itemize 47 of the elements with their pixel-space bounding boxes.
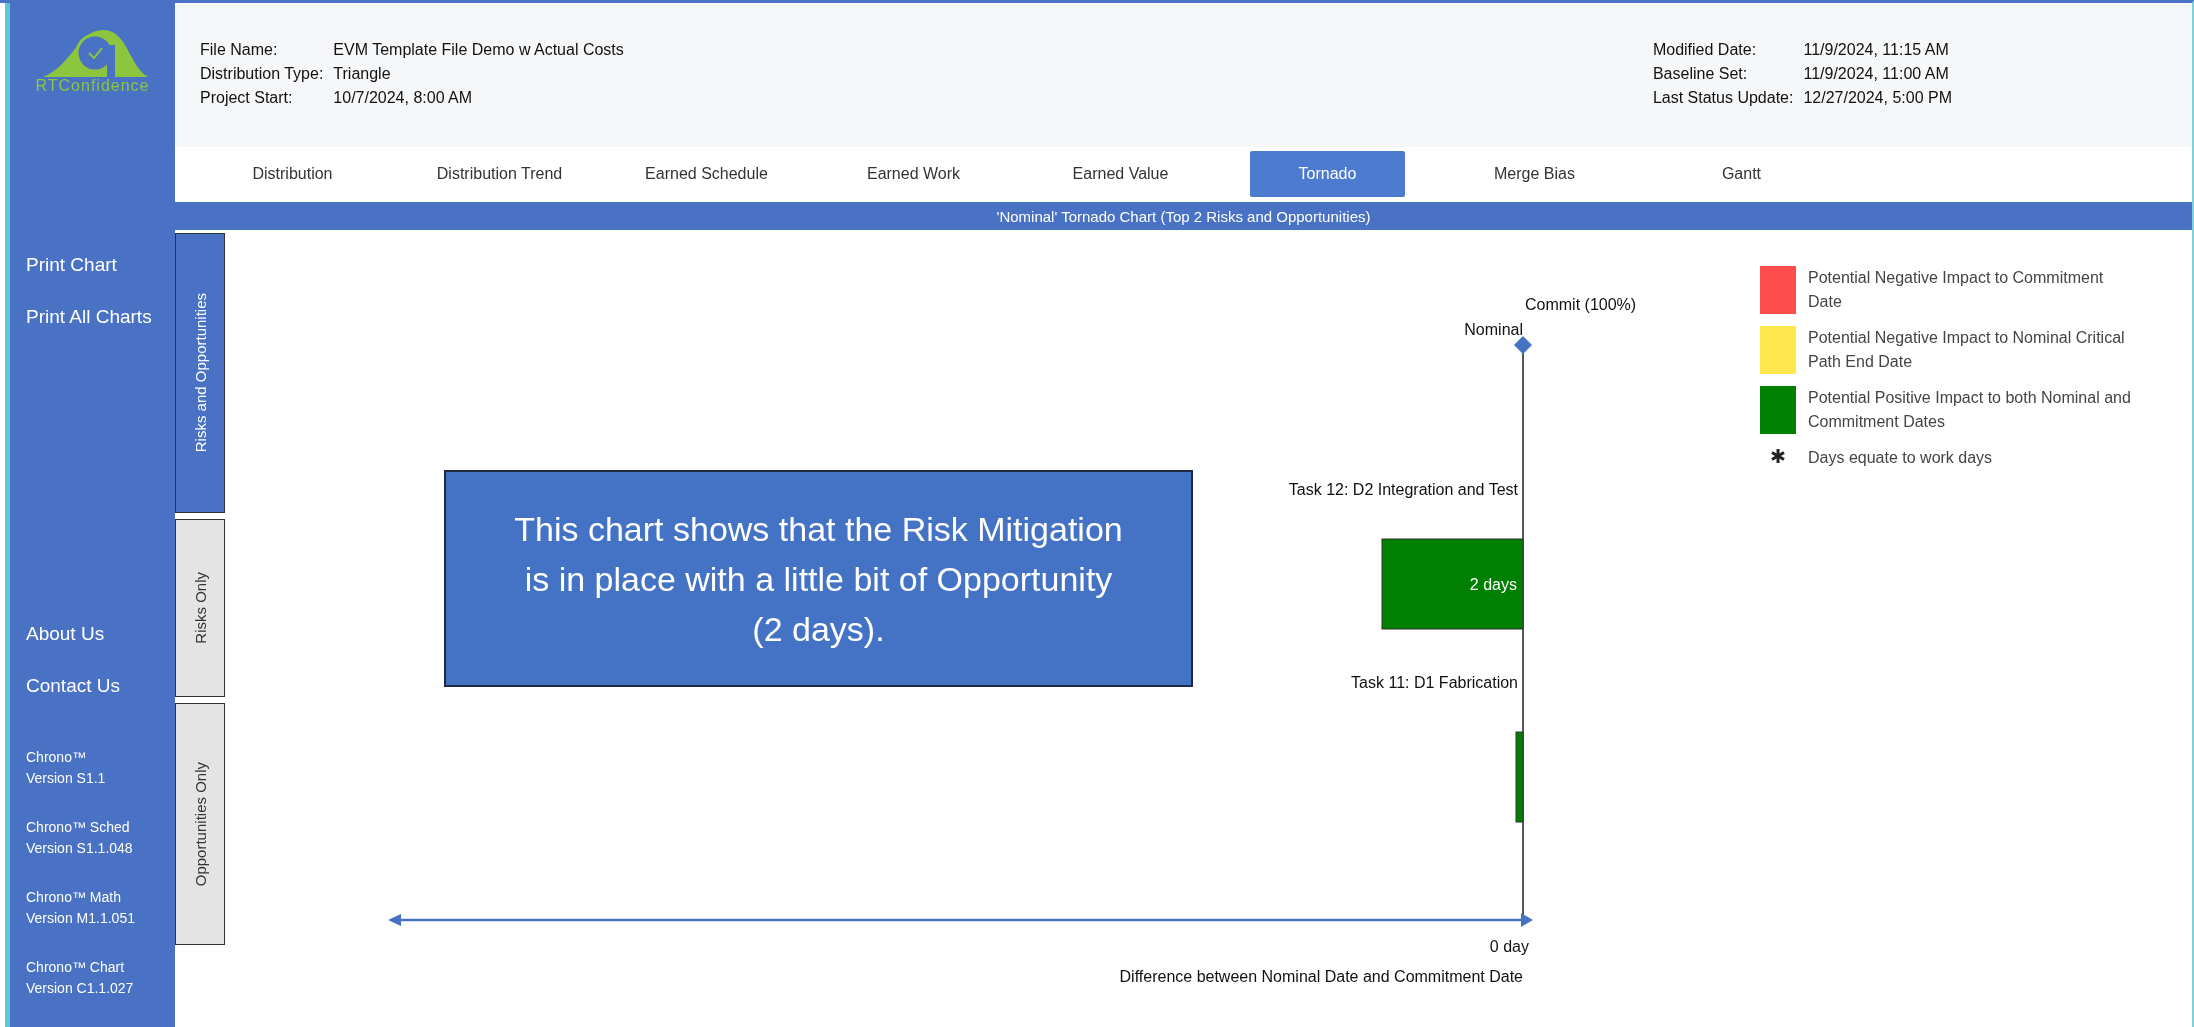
info-label: File Name: <box>200 41 279 59</box>
chart-tab[interactable]: Distribution Trend <box>422 151 577 197</box>
sidebar-link[interactable]: Print Chart <box>10 254 133 276</box>
logo-text: RTConfidence <box>35 77 150 95</box>
version-info: Chrono™ Chart Version C1.1.027 <box>25 958 135 998</box>
sidebar-link[interactable]: Contact Us <box>10 675 136 697</box>
legend-label: Potential Negative Impact to Commitment Date <box>1808 268 2105 312</box>
view-tab[interactable]: Risks and Opportunities <box>175 233 225 513</box>
info-label: Modified Date: <box>1652 41 1758 59</box>
bar-value: 2 days <box>1469 576 1517 593</box>
info-value: 10/7/2024, 8:00 AM <box>333 89 474 107</box>
chart-tab[interactable]: Distribution <box>215 151 370 197</box>
chart-title: 'Nominal' Tornado Chart (Top 2 Risks and Opportunities) <box>175 202 2192 230</box>
version-info: Chrono™ Sched Version S1.1.048 <box>25 818 134 858</box>
version-info: Chrono™ Math Version M1.1.051 <box>25 888 136 928</box>
task-label: Task 11: D1 Fabrication <box>1351 674 1518 691</box>
zero-label: 0 day <box>1489 938 1529 955</box>
info-value: 11/9/2024, 11:15 AM <box>1803 41 1950 59</box>
legend-label: Potential Negative Impact to Nominal Critical Path End Date <box>1808 328 2126 372</box>
info-label: Baseline Set: <box>1652 65 1749 83</box>
info-value: 12/27/2024, 5:00 PM <box>1803 89 1952 107</box>
view-tab[interactable]: Risks Only <box>175 519 225 697</box>
version-info: Chrono™ Version S1.1 <box>25 748 107 788</box>
chart-tab[interactable]: Merge Bias <box>1457 151 1612 197</box>
legend-label: Potential Positive Impact to both Nominal and Commitment Dates <box>1808 388 2132 432</box>
sidebar-link[interactable]: About Us <box>10 623 121 645</box>
task-label: Task 12: D2 Integration and Test <box>1288 481 1518 498</box>
view-tab[interactable]: Opportunities Only <box>175 703 225 945</box>
axis-title: Difference between Nominal Date and Commitment Date <box>1119 968 1523 985</box>
legend-label: Days equate to work days <box>1808 448 1994 468</box>
chart-tab[interactable]: Gantt <box>1664 151 1819 197</box>
chart-tab[interactable]: Earned Value <box>1043 151 1198 197</box>
nominal-marker <box>1514 336 1532 354</box>
info-label: Last Status Update: <box>1652 89 1794 107</box>
asterisk-icon <box>1771 449 1785 463</box>
commit-label: Commit (100%) <box>1525 296 1637 313</box>
callout: This chart shows that the Risk Mitigation is in place with a little bit of Opportunity (2 days). <box>444 470 1193 687</box>
info-value: EVM Template File Demo w Actual Costs <box>333 41 624 59</box>
info-label: Distribution Type: <box>200 65 324 83</box>
info-value: 11/9/2024, 11:00 AM <box>1803 65 1950 83</box>
chart-tab[interactable]: Tornado <box>1250 151 1405 197</box>
sidebar-link[interactable]: Print All Charts <box>10 306 168 328</box>
info-label: Project Start: <box>200 89 294 107</box>
chart-tab[interactable]: Earned Work <box>836 151 991 197</box>
chart-tab[interactable]: Earned Schedule <box>629 151 784 197</box>
nominal-label: Nominal <box>1464 321 1523 338</box>
info-value: Triangle <box>333 65 392 83</box>
